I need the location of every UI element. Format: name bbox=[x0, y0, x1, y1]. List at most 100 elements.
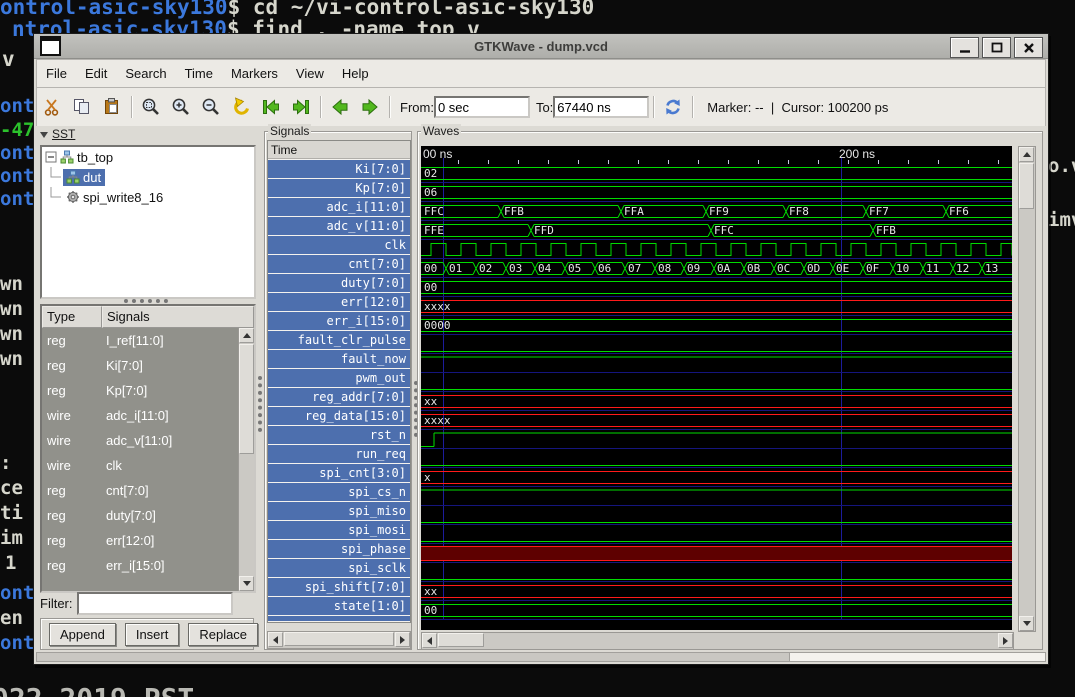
scroll-right-button[interactable] bbox=[998, 633, 1013, 648]
signal-item[interactable]: reg_data[15:0] bbox=[268, 407, 410, 425]
append-button[interactable]: Append bbox=[49, 623, 116, 646]
menu-item-time[interactable]: Time bbox=[176, 62, 222, 85]
table-row[interactable]: wireclk bbox=[42, 453, 254, 478]
wave-row-Kp[7:0][interactable]: 06 bbox=[421, 183, 1012, 202]
signal-item[interactable]: spi_cnt[3:0] bbox=[268, 464, 410, 482]
wave-row-duty[7:0][interactable]: 00 bbox=[421, 278, 1012, 297]
to-input[interactable] bbox=[553, 96, 649, 118]
zoom-undo-button[interactable] bbox=[228, 94, 254, 120]
wave-row-adc_i[11:0][interactable]: FFCFFBFFAFF9FF8FF7FF6 bbox=[421, 202, 1012, 221]
close-button[interactable] bbox=[1014, 37, 1043, 58]
go-start-button[interactable] bbox=[258, 94, 284, 120]
signal-item[interactable]: state[1:0] bbox=[268, 597, 410, 615]
expander-icon[interactable] bbox=[45, 151, 57, 163]
signal-item[interactable]: spi_shift[7:0] bbox=[268, 578, 410, 596]
signal-item[interactable]: adc_i[11:0] bbox=[268, 198, 410, 216]
signal-item[interactable]: run_req bbox=[268, 445, 410, 463]
wave-row-run_req[interactable] bbox=[421, 449, 1012, 468]
title-bar[interactable]: GTKWave - dump.vcd bbox=[34, 34, 1048, 59]
wave-row-err[12:0][interactable]: xxxx bbox=[421, 297, 1012, 316]
signal-item[interactable]: spi_sclk bbox=[268, 559, 410, 577]
wave-row-spi_cs_n[interactable] bbox=[421, 487, 1012, 506]
table-row[interactable]: regerr_i[15:0] bbox=[42, 553, 254, 578]
menu-item-search[interactable]: Search bbox=[116, 62, 175, 85]
from-input[interactable] bbox=[434, 96, 530, 118]
signal-item[interactable]: spi_cs_n bbox=[268, 483, 410, 501]
go-right-button[interactable] bbox=[357, 94, 383, 120]
wave-row-clk[interactable] bbox=[421, 240, 1012, 259]
tree-item-tb_top[interactable]: tb_top bbox=[42, 147, 254, 167]
menu-item-help[interactable]: Help bbox=[333, 62, 378, 85]
zoom-in-button[interactable] bbox=[168, 94, 194, 120]
scroll-right-button[interactable] bbox=[395, 632, 410, 647]
column-header-type[interactable]: Type bbox=[42, 306, 102, 328]
signal-item[interactable]: duty[7:0] bbox=[268, 274, 410, 292]
timeline[interactable]: 00 ns200 ns bbox=[421, 146, 1012, 164]
wave-row-pwm_out[interactable] bbox=[421, 373, 1012, 392]
wave-row-reg_addr[7:0][interactable]: xx bbox=[421, 392, 1012, 411]
table-row[interactable]: regduty[7:0] bbox=[42, 503, 254, 528]
tree-item-dut[interactable]: dut bbox=[42, 167, 254, 187]
column-header-signals[interactable]: Signals bbox=[102, 306, 254, 328]
signal-item[interactable]: cnt[7:0] bbox=[268, 255, 410, 273]
signal-item[interactable]: spi_miso bbox=[268, 502, 410, 520]
scroll-up-button[interactable] bbox=[1019, 147, 1034, 162]
signal-item[interactable]: Ki[7:0] bbox=[268, 160, 410, 178]
sst-header[interactable]: SST bbox=[40, 127, 75, 141]
wave-row-Ki[7:0][interactable]: 02 bbox=[421, 164, 1012, 183]
scroll-up-button[interactable] bbox=[239, 328, 254, 343]
filter-input[interactable] bbox=[77, 592, 233, 615]
wave-row-spi_shift[7:0][interactable]: xx bbox=[421, 582, 1012, 601]
maximize-button[interactable] bbox=[982, 37, 1011, 58]
tree-item-spi_write8_16[interactable]: spi_write8_16 bbox=[42, 187, 254, 207]
wave-row-spi_miso[interactable] bbox=[421, 506, 1012, 525]
wave-row-fault_now[interactable] bbox=[421, 354, 1012, 373]
wave-row-spi_mosi[interactable] bbox=[421, 525, 1012, 544]
scroll-left-button[interactable] bbox=[268, 632, 283, 647]
signal-item[interactable]: err[12:0] bbox=[268, 293, 410, 311]
table-row[interactable]: regKp[7:0] bbox=[42, 378, 254, 403]
go-left-button[interactable] bbox=[327, 94, 353, 120]
signal-item[interactable]: spi_phase bbox=[268, 540, 410, 558]
menu-item-file[interactable]: File bbox=[37, 62, 76, 85]
wave-display[interactable]: 00 ns200 ns 0206FFCFFBFFAFF9FF8FF7FF6FFE… bbox=[421, 146, 1012, 630]
cut-button[interactable] bbox=[39, 94, 65, 120]
go-end-button[interactable] bbox=[288, 94, 314, 120]
wave-row-spi_cnt[3:0][interactable]: x bbox=[421, 468, 1012, 487]
signal-item[interactable]: Kp[7:0] bbox=[268, 179, 410, 197]
menu-item-view[interactable]: View bbox=[287, 62, 333, 85]
wave-row-adc_v[11:0][interactable]: FFEFFDFFCFFB bbox=[421, 221, 1012, 240]
scrollbar-thumb[interactable] bbox=[1019, 163, 1034, 209]
menu-item-markers[interactable]: Markers bbox=[222, 62, 287, 85]
signal-item[interactable]: fault_clr_pulse bbox=[268, 331, 410, 349]
signal-item[interactable]: clk bbox=[268, 236, 410, 254]
wave-row-reg_data[15:0][interactable]: xxxx bbox=[421, 411, 1012, 430]
reload-button[interactable] bbox=[660, 94, 686, 120]
waves-vertical-scrollbar[interactable] bbox=[1018, 146, 1036, 632]
wave-row-state[1:0][interactable]: 00 bbox=[421, 601, 1012, 620]
wave-row-spi_sclk[interactable] bbox=[421, 563, 1012, 582]
table-vertical-scrollbar[interactable] bbox=[238, 328, 254, 591]
scroll-left-button[interactable] bbox=[422, 633, 437, 648]
scroll-down-button[interactable] bbox=[239, 576, 254, 591]
wave-row-spi_phase[interactable] bbox=[421, 544, 1012, 563]
vertical-splitter-left[interactable] bbox=[258, 376, 262, 432]
horizontal-splitter-handle[interactable] bbox=[124, 299, 168, 303]
minimize-button[interactable] bbox=[950, 37, 979, 58]
table-row[interactable]: wireadc_i[11:0] bbox=[42, 403, 254, 428]
signal-item[interactable]: adc_v[11:0] bbox=[268, 217, 410, 235]
signal-item[interactable]: err_i[15:0] bbox=[268, 312, 410, 330]
scrollbar-thumb[interactable] bbox=[284, 632, 394, 646]
menu-item-edit[interactable]: Edit bbox=[76, 62, 116, 85]
table-row[interactable]: wireadc_v[11:0] bbox=[42, 428, 254, 453]
signal-item[interactable]: rst_n bbox=[268, 426, 410, 444]
scroll-down-button[interactable] bbox=[1019, 616, 1034, 631]
signal-item[interactable]: fault_now bbox=[268, 350, 410, 368]
table-row[interactable]: regI_ref[11:0] bbox=[42, 328, 254, 353]
copy-button[interactable] bbox=[69, 94, 95, 120]
scrollbar-thumb[interactable] bbox=[438, 633, 484, 647]
wave-row-fault_clr_pulse[interactable] bbox=[421, 335, 1012, 354]
wave-row-cnt[7:0][interactable]: 000102030405060708090A0B0C0D0E0F10111213 bbox=[421, 259, 1012, 278]
waves-horizontal-scrollbar[interactable] bbox=[421, 632, 1014, 650]
wave-row-err_i[15:0][interactable]: 0000 bbox=[421, 316, 1012, 335]
